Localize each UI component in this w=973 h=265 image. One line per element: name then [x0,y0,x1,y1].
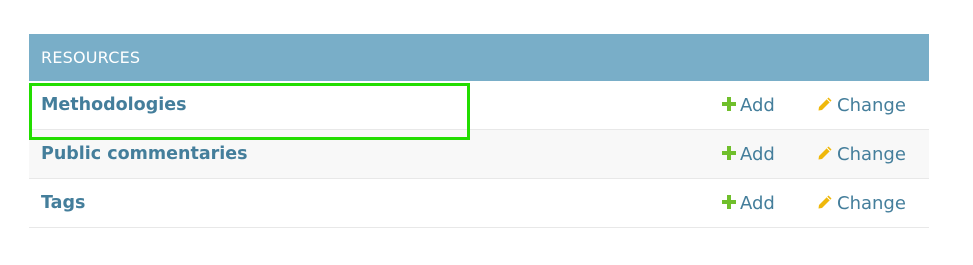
add-button[interactable]: Add [722,130,775,179]
add-button[interactable]: Add [722,179,775,228]
model-link-public-commentaries[interactable]: Public commentaries [41,130,248,179]
add-label: Add [740,144,775,165]
table-row: Tags Add Change [29,179,929,228]
change-button[interactable]: Change [817,179,906,228]
change-label: Change [837,193,906,214]
table-row: Methodologies Add Change [29,81,929,130]
module-caption: RESOURCES [29,34,929,81]
model-link-methodologies[interactable]: Methodologies [41,81,187,130]
change-button[interactable]: Change [817,81,906,130]
add-label: Add [740,193,775,214]
plus-icon [722,97,736,111]
model-link-tags[interactable]: Tags [41,179,85,228]
plus-icon [722,146,736,160]
pencil-icon [818,195,832,209]
add-label: Add [740,95,775,116]
plus-icon [722,195,736,209]
change-label: Change [837,95,906,116]
table-row: Public commentaries Add Change [29,130,929,179]
pencil-icon [818,97,832,111]
pencil-icon [818,146,832,160]
change-label: Change [837,144,906,165]
resources-module: RESOURCES Methodologies Add Change Publi… [29,34,929,228]
add-button[interactable]: Add [722,81,775,130]
change-button[interactable]: Change [817,130,906,179]
